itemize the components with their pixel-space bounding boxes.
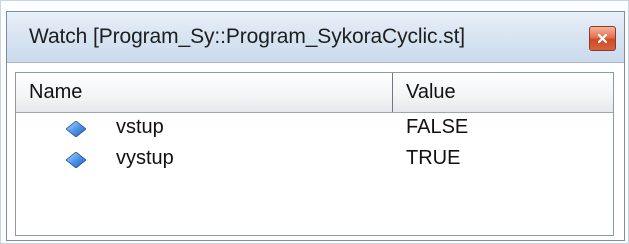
page: Watch [Program_Sy::Program_SykoraCyclic.… — [0, 0, 629, 244]
variable-diamond-icon — [66, 121, 86, 137]
close-button[interactable] — [589, 26, 616, 51]
close-icon — [597, 33, 608, 44]
variable-diamond-icon — [66, 152, 86, 168]
watch-window: Watch [Program_Sy::Program_SykoraCyclic.… — [6, 11, 625, 241]
column-header-name[interactable]: Name — [16, 73, 393, 112]
variable-value[interactable]: FALSE — [406, 116, 468, 139]
table-row[interactable]: vstup FALSE — [16, 113, 613, 144]
variable-value[interactable]: TRUE — [406, 147, 460, 170]
table-row[interactable]: vystup TRUE — [16, 144, 613, 175]
column-header-value[interactable]: Value — [394, 73, 613, 112]
title-bar[interactable]: Watch [Program_Sy::Program_SykoraCyclic.… — [7, 12, 624, 63]
variable-name: vstup — [116, 116, 164, 138]
grid-header: Name Value — [16, 73, 613, 113]
watch-grid: Name Value vstup FALSE vystup TRUE — [15, 72, 614, 236]
watch-rows: vstup FALSE vystup TRUE — [16, 113, 613, 175]
window-title: Watch [Program_Sy::Program_SykoraCyclic.… — [29, 25, 466, 48]
variable-name: vystup — [116, 147, 174, 169]
